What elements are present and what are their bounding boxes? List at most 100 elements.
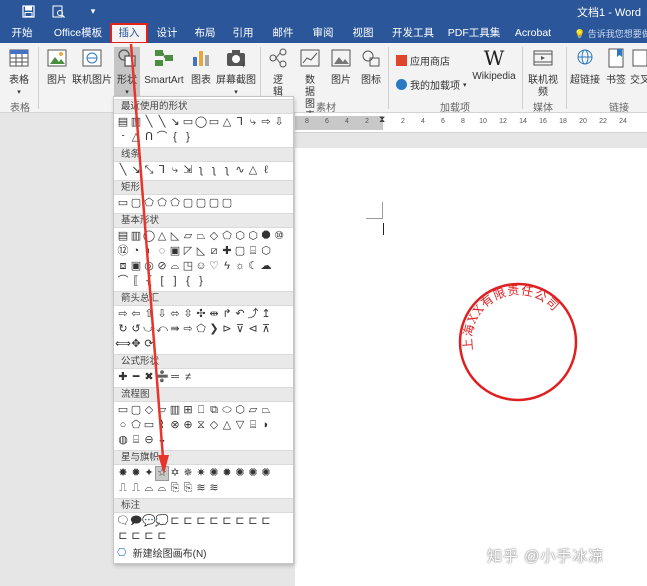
screenshot-button[interactable]: + 屏幕截图 ▾ — [216, 47, 256, 99]
line-callout-icon[interactable]: ⊏ — [156, 530, 168, 543]
left-right-up-arrow-icon[interactable]: ⇹ — [208, 308, 220, 321]
new-drawing-canvas-item[interactable]: ⎔ 新建绘图画布(N) — [117, 545, 207, 560]
flowchart-internal-storage-icon[interactable]: ⊞ — [182, 404, 194, 417]
tab-developer[interactable]: 开发工具 — [388, 25, 438, 43]
minus-shape-icon[interactable]: ━ — [130, 371, 142, 384]
chart-button[interactable]: 图表 — [188, 47, 214, 87]
double-bracket-icon[interactable]: ⟦ — [130, 275, 142, 288]
star-4-point-icon[interactable]: ✦ — [143, 467, 155, 480]
picture-button[interactable]: 图片 — [44, 47, 70, 87]
ribbon-banner-icon[interactable]: ⎍ — [117, 482, 129, 495]
freeform-shape-icon[interactable]: △ — [130, 131, 142, 144]
flowchart-extract-icon[interactable]: △ — [221, 419, 233, 432]
star-7-point-icon[interactable]: ✵ — [182, 467, 194, 480]
line-callout-icon[interactable]: ⊏ — [117, 530, 129, 543]
tab-layout[interactable]: 布局 — [188, 25, 222, 43]
flowchart-connector-icon[interactable]: ○ — [117, 419, 129, 432]
plaque-icon[interactable]: ▢ — [234, 245, 246, 258]
flowchart-magnetic-disk-icon[interactable]: ⌸ — [130, 434, 142, 447]
vertical-textbox-shape-icon[interactable]: ▥ — [130, 230, 142, 243]
up-down-arrow-icon[interactable]: ⇳ — [182, 308, 194, 321]
print-preview-icon[interactable] — [50, 3, 66, 19]
hexagon-icon[interactable]: ⬡ — [234, 230, 246, 243]
bent-up-arrow-icon[interactable]: ↥ — [260, 308, 272, 321]
rectangle-shape-icon[interactable]: ▭ — [117, 197, 129, 210]
brace-left-icon[interactable]: { — [182, 275, 194, 288]
my-addins-button[interactable]: 我的加载项 ▾ — [396, 77, 467, 92]
up-arrow-callout-icon[interactable]: ⊼ — [260, 323, 272, 336]
flowchart-direct-access-icon[interactable]: ⊖ — [143, 434, 155, 447]
down-arrow-shape-icon[interactable]: ⇩ — [273, 116, 285, 129]
line-callout-icon[interactable]: ⊏ — [195, 515, 207, 528]
flowchart-predefined-process-icon[interactable]: ▥ — [169, 404, 181, 417]
flowchart-preparation-icon[interactable]: ⬡ — [234, 404, 246, 417]
bent-arrow-icon[interactable]: ↱ — [221, 308, 233, 321]
star-5-point-icon[interactable]: ☆ — [155, 466, 169, 481]
tab-review[interactable]: 审阅 — [306, 25, 340, 43]
double-wave-icon[interactable]: ≋ — [208, 482, 220, 495]
online-picture-button[interactable]: 联机图片 — [72, 47, 112, 87]
store-button[interactable]: 应用商店 — [396, 53, 450, 68]
arc-shape-icon[interactable]: ⌒ — [117, 275, 129, 288]
multiply-shape-icon[interactable]: ✖ — [143, 371, 155, 384]
left-right-arrow-icon[interactable]: ⬄ — [169, 308, 181, 321]
table-button[interactable]: 表格 ▾ — [6, 47, 32, 99]
picture2-button[interactable]: 图片 — [328, 47, 354, 87]
star-6-point-icon[interactable]: ✡ — [169, 467, 181, 480]
curved-down-arrow-icon[interactable]: ⤺ — [156, 323, 168, 336]
flowchart-stored-data-icon[interactable]: ⌸ — [247, 419, 259, 432]
line-callout-icon[interactable]: ⊏ — [130, 530, 142, 543]
right-arrow-shape-icon[interactable]: ⇨ — [260, 116, 272, 129]
smiley-face-icon[interactable]: ☺ — [195, 260, 207, 273]
wikipedia-button[interactable]: W Wikipedia — [470, 47, 518, 83]
tab-mailings[interactable]: 邮件 — [266, 25, 300, 43]
block-arc-icon[interactable]: ⌓ — [169, 260, 181, 273]
flowchart-offpage-connector-icon[interactable]: ⬠ — [130, 419, 142, 432]
pentagon-arrow-icon[interactable]: ⬠ — [195, 323, 207, 336]
heart-icon[interactable]: ♡ — [208, 260, 220, 273]
double-arrow-line-icon[interactable]: ⤡ — [143, 164, 155, 177]
line-callout-icon[interactable]: ⊏ — [247, 515, 259, 528]
double-brace-icon[interactable]: ⦃ — [143, 275, 155, 288]
diagonal-stripe-icon[interactable]: ⧄ — [208, 245, 220, 258]
arc-shape-icon[interactable]: ⌒ — [156, 131, 168, 144]
elbow-connector-icon[interactable]: ⅂ — [234, 116, 246, 129]
online-video-button[interactable]: 联机视频 — [524, 47, 562, 99]
circular-arrow-icon[interactable]: ⟳ — [143, 338, 155, 351]
cloud-icon[interactable]: ☁ — [260, 260, 272, 273]
left-up-arrow-icon[interactable]: ⤴ — [247, 308, 259, 321]
vertical-textbox-shape-icon[interactable]: ▥ — [130, 116, 142, 129]
curved-connector-icon[interactable]: ʅ — [195, 164, 207, 177]
tab-view[interactable]: 视图 — [346, 25, 380, 43]
flowchart-sequential-access-icon[interactable]: ◍ — [117, 434, 129, 447]
chord-icon[interactable]: ◐ — [143, 245, 155, 258]
brace-left-icon[interactable]: { — [169, 131, 181, 144]
pie-icon[interactable]: ◔ — [130, 245, 142, 258]
can-icon[interactable]: ⌸ — [247, 245, 259, 258]
tab-home[interactable]: 开始 — [4, 25, 40, 43]
round-rectangle-icon[interactable]: ▢ — [195, 197, 207, 210]
tab-insert[interactable]: 插入 — [110, 23, 148, 44]
scribble-shape-icon[interactable]: ℓ — [260, 164, 272, 177]
flowchart-data-icon[interactable]: ▱ — [156, 404, 168, 417]
snip-rectangle-icon[interactable]: ⬠ — [169, 197, 181, 210]
customize-toolbar-icon[interactable]: ▾ — [85, 3, 101, 19]
wave-icon[interactable]: ≋ — [195, 482, 207, 495]
flowchart-punched-tape-icon[interactable]: ⌇ — [156, 419, 168, 432]
line-callout-icon[interactable]: ⊏ — [182, 515, 194, 528]
explosion-icon[interactable]: ✹ — [130, 467, 142, 480]
tab-office-templates[interactable]: Office模板 — [48, 25, 108, 43]
freeform-shape-icon[interactable]: △ — [247, 164, 259, 177]
star-12-point-icon[interactable]: ✹ — [221, 467, 233, 480]
right-arrow-callout-icon[interactable]: ⊳ — [221, 323, 233, 336]
flowchart-or-icon[interactable]: ⊕ — [182, 419, 194, 432]
bevel-icon[interactable]: ▣ — [130, 260, 142, 273]
tab-acrobat[interactable]: Acrobat — [510, 25, 556, 43]
star-32-point-icon[interactable]: ✺ — [260, 467, 272, 480]
flowchart-merge-icon[interactable]: ▽ — [234, 419, 246, 432]
rect-callout-icon[interactable]: 🗨 — [116, 515, 130, 528]
round-rectangle-icon[interactable]: ▢ — [208, 197, 220, 210]
cube-icon[interactable]: ⬡ — [260, 245, 272, 258]
rounded-rectangle-icon[interactable]: ▢ — [130, 197, 142, 210]
left-arrow-callout-icon[interactable]: ⊲ — [247, 323, 259, 336]
